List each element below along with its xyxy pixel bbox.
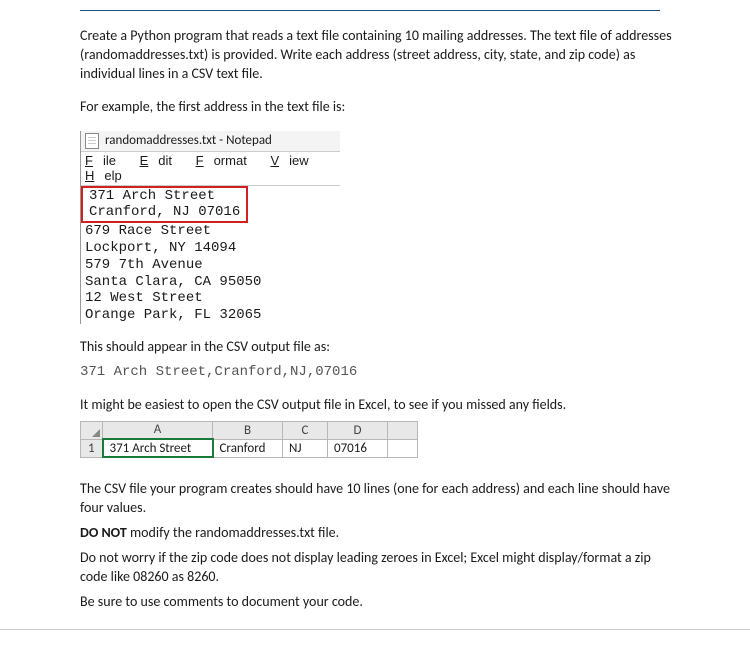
table-row: 1 371 Arch Street Cranford NJ 07016 (81, 439, 418, 457)
csv-example-line: 371 Arch Street,Cranford,NJ,07016 (80, 363, 680, 382)
menu-view[interactable]: View (270, 153, 318, 168)
menu-help[interactable]: Help (85, 168, 132, 183)
notepad-line: Santa Clara, CA 95050 (81, 274, 340, 291)
cell-c1[interactable]: NJ (283, 439, 328, 457)
column-header[interactable]: A (103, 421, 213, 439)
bottom-divider (0, 629, 750, 630)
notepad-title-text: randomaddresses.txt - Notepad (105, 133, 272, 148)
notepad-line: Cranford, NJ 07016 (85, 204, 244, 221)
paragraph-zip-note: Do not worry if the zip code does not di… (80, 549, 680, 587)
cell-e1[interactable] (388, 439, 418, 457)
notepad-titlebar: randomaddresses.txt - Notepad (81, 131, 340, 152)
notepad-body: 371 Arch Street Cranford, NJ 07016 679 R… (81, 186, 340, 324)
notepad-line: 579 7th Avenue (81, 257, 340, 274)
top-divider (80, 10, 660, 11)
menu-edit[interactable]: Edit (140, 153, 182, 168)
notepad-line: 679 Race Street (81, 223, 340, 240)
column-header[interactable] (388, 421, 418, 439)
column-header[interactable]: D (328, 421, 388, 439)
highlighted-address: 371 Arch Street Cranford, NJ 07016 (81, 186, 248, 224)
document-page: Create a Python program that reads a tex… (0, 0, 750, 650)
menu-format[interactable]: Format (196, 153, 257, 168)
paragraph-donot: DO NOT modify the randomaddresses.txt fi… (80, 524, 680, 543)
excel-table: A B C D 1 371 Arch Street Cranford NJ 07… (80, 421, 418, 459)
cell-d1[interactable]: 07016 (328, 439, 388, 457)
column-header[interactable]: B (213, 421, 283, 439)
paragraph-intro: Create a Python program that reads a tex… (80, 27, 680, 84)
row-header[interactable]: 1 (81, 439, 103, 457)
cell-b1[interactable]: Cranford (213, 439, 283, 457)
notepad-window: randomaddresses.txt - Notepad File Edit … (80, 131, 340, 324)
paragraph-excel-hint: It might be easiest to open the CSV outp… (80, 396, 680, 415)
menu-file[interactable]: File (85, 153, 126, 168)
file-icon (85, 133, 99, 149)
notepad-line: 12 West Street (81, 290, 340, 307)
paragraph-requirements: The CSV file your program creates should… (80, 480, 680, 518)
table-row: A B C D (81, 421, 418, 439)
paragraph-example-lead: For example, the first address in the te… (80, 98, 680, 117)
column-header[interactable]: C (283, 421, 328, 439)
notepad-line: Lockport, NY 14094 (81, 240, 340, 257)
notepad-menu: File Edit Format View Help (81, 152, 340, 186)
notepad-line: Orange Park, FL 32065 (81, 307, 340, 324)
paragraph-csv-lead: This should appear in the CSV output fil… (80, 338, 680, 357)
select-all-corner[interactable] (81, 421, 103, 439)
notepad-line: 371 Arch Street (85, 188, 244, 205)
cell-a1[interactable]: 371 Arch Street (103, 439, 213, 457)
excel-preview: A B C D 1 371 Arch Street Cranford NJ 07… (80, 421, 680, 459)
paragraph-comments: Be sure to use comments to document your… (80, 593, 680, 612)
